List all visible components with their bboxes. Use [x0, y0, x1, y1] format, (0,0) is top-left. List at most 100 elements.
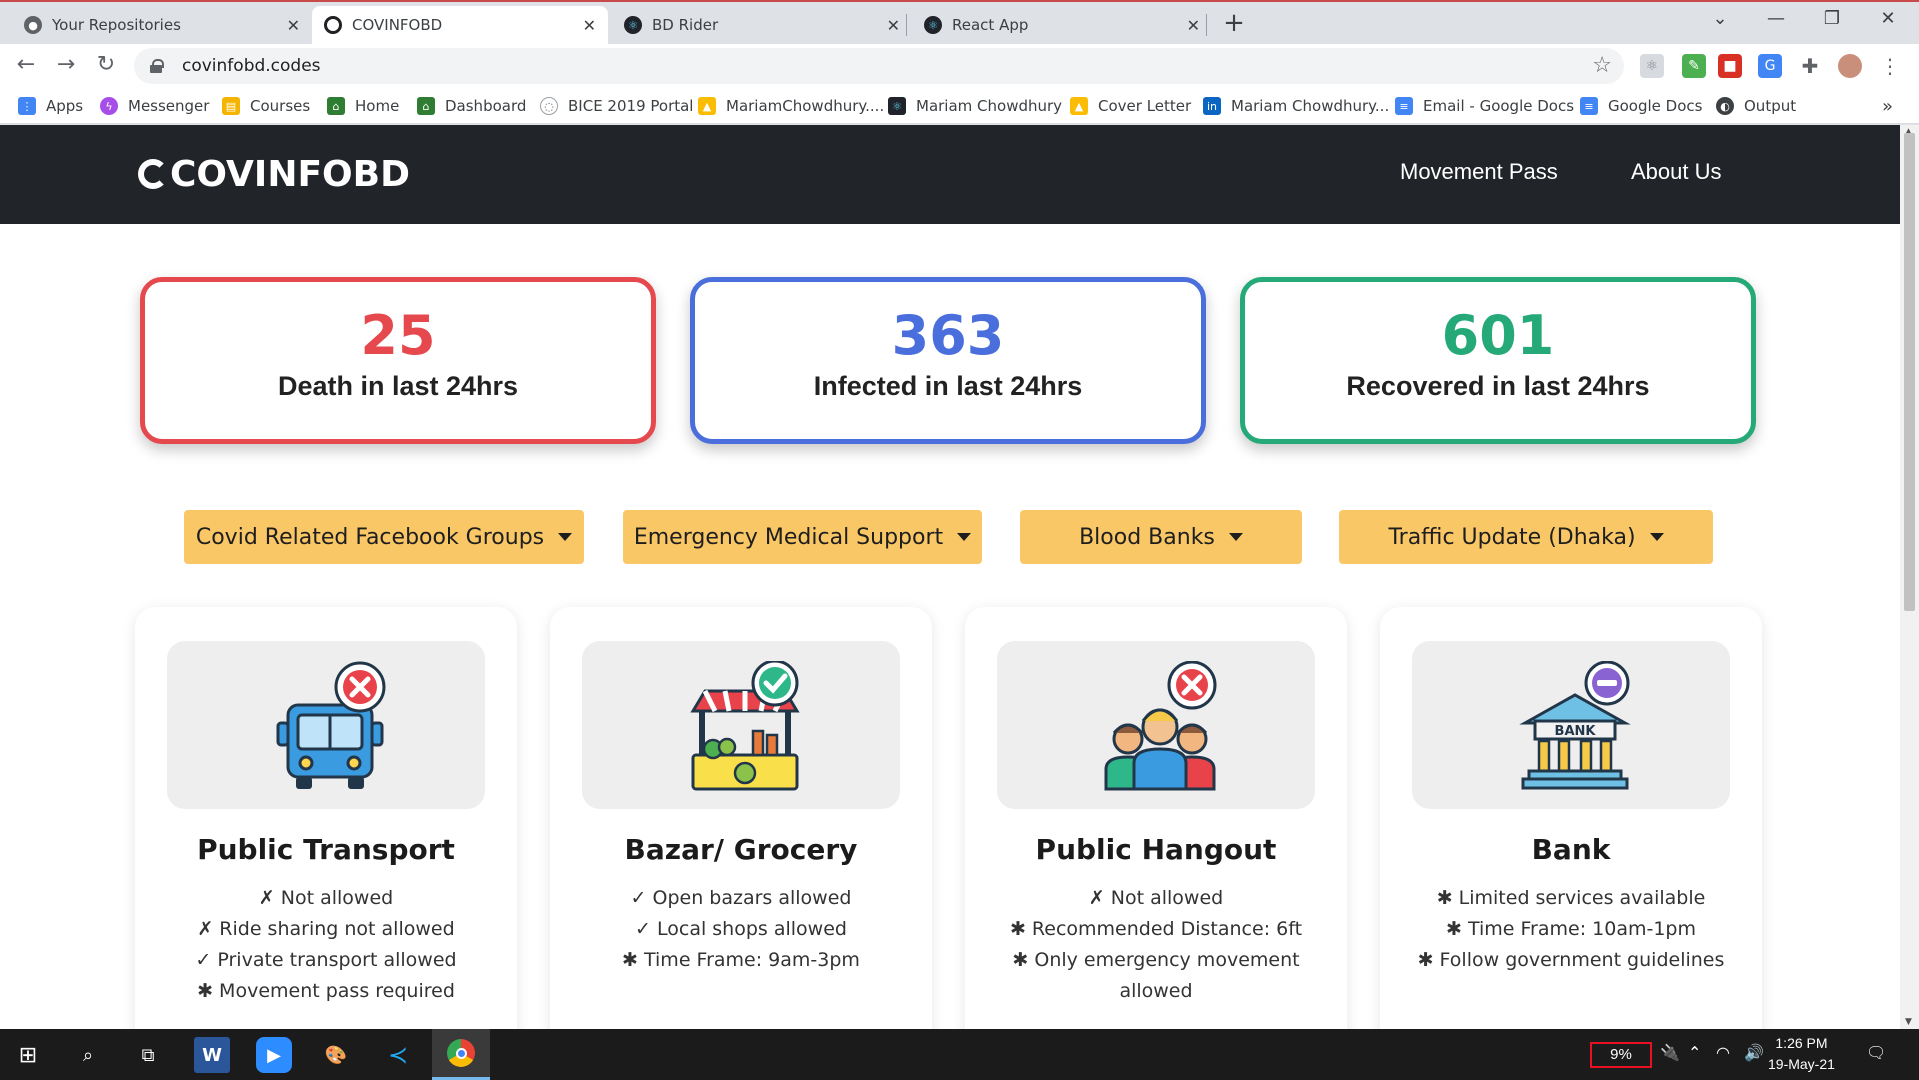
zoom-icon[interactable]: ▶: [256, 1037, 292, 1073]
battery-indicator[interactable]: 9%: [1590, 1042, 1652, 1068]
chrome-taskbar-icon[interactable]: [432, 1029, 490, 1080]
forward-icon[interactable]: →: [52, 52, 80, 80]
search-icon[interactable]: ⌕: [70, 1037, 106, 1073]
card-image: [167, 641, 485, 809]
bookmark-linkedin[interactable]: in Mariam Chowdhury...: [1203, 94, 1389, 118]
site-logo[interactable]: COVINFOBD: [138, 153, 410, 195]
close-tab-icon[interactable]: ✕: [1187, 16, 1200, 35]
tab-covinfobd[interactable]: COVINFOBD ✕: [312, 6, 608, 44]
translate-icon[interactable]: G: [1758, 54, 1782, 78]
scrollbar-thumb[interactable]: [1904, 133, 1915, 611]
bookmark-dashboard[interactable]: ⌂ Dashboard: [417, 94, 526, 118]
windows-start-icon[interactable]: ⊞: [10, 1037, 46, 1073]
dropdown-facebook-groups[interactable]: Covid Related Facebook Groups: [184, 510, 584, 564]
bookmark-bice-portal[interactable]: ◌ BICE 2019 Portal: [540, 94, 693, 118]
close-tab-icon[interactable]: ✕: [887, 16, 900, 35]
virus-logo-icon: [138, 159, 168, 189]
list-item: ✱ Movement pass required: [197, 980, 455, 1002]
bookmark-courses[interactable]: ▤ Courses: [222, 94, 310, 118]
back-icon[interactable]: ←: [12, 52, 40, 80]
card-rules-list: ✱ Limited services available ✱ Time Fram…: [1380, 883, 1762, 976]
paint-icon[interactable]: 🎨: [318, 1037, 354, 1073]
nav-about-us[interactable]: About Us: [1631, 159, 1722, 185]
restore-icon[interactable]: ❐: [1812, 8, 1852, 29]
dropdown-label: Traffic Update (Dhaka): [1388, 524, 1636, 550]
scroll-down-icon[interactable]: ▼: [1905, 1017, 1912, 1027]
wifi-icon[interactable]: ◠: [1716, 1043, 1730, 1062]
taskbar-clock[interactable]: 1:26 PM 19-May-21: [1768, 1033, 1835, 1075]
tab-your-repositories[interactable]: ● Your Repositories ✕: [12, 6, 312, 44]
address-url[interactable]: covinfobd.codes: [182, 56, 321, 76]
chevron-up-icon[interactable]: ⌃: [1688, 1043, 1701, 1062]
bank-icon: BANK: [1519, 661, 1631, 790]
bookmark-label: Home: [355, 97, 400, 115]
card-image: BANK: [1412, 641, 1730, 809]
bookmark-home[interactable]: ⌂ Home: [327, 94, 399, 118]
extension-icon[interactable]: ■: [1718, 54, 1742, 78]
extensions-puzzle-icon[interactable]: ✚: [1798, 54, 1822, 78]
bookmark-label: BICE 2019 Portal: [568, 97, 694, 115]
react-devtools-icon[interactable]: ⚛: [1640, 54, 1664, 78]
card-title: Bank: [1531, 833, 1611, 866]
bookmark-output[interactable]: ◐ Output: [1716, 94, 1796, 118]
new-tab-button[interactable]: +: [1218, 8, 1250, 40]
tab-bd-rider[interactable]: ⚛ BD Rider ✕: [612, 6, 912, 44]
lock-icon[interactable]: [150, 59, 164, 73]
more-bookmarks-icon[interactable]: »: [1882, 94, 1893, 118]
logo-text: COVINFOBD: [170, 153, 410, 195]
bookmark-cover-letter[interactable]: ▲ Cover Letter: [1070, 94, 1191, 118]
reload-icon[interactable]: ↻: [92, 52, 120, 80]
browser-toolbar: ← → ↻ covinfobd.codes ☆ ⚛ ✎ ■ G ✚ ⋮: [0, 44, 1919, 88]
bookmark-email-docs[interactable]: ≡ Email - Google Docs: [1395, 94, 1574, 118]
bookmarks-bar: ⋮ Apps ϟ Messenger ▤ Courses ⌂ Home ⌂ Dashboa…: [0, 88, 1919, 124]
dropdown-traffic-update[interactable]: Traffic Update (Dhaka): [1339, 510, 1713, 564]
site-navbar: COVINFOBD Movement Pass About Us: [0, 125, 1900, 224]
nav-movement-pass[interactable]: Movement Pass: [1400, 159, 1558, 185]
task-view-icon[interactable]: ⧉: [130, 1037, 166, 1073]
page-scrollbar[interactable]: ▲ ▼: [1900, 125, 1919, 1029]
card-title: Public Hangout: [1035, 833, 1277, 866]
bookmark-drive-mariam[interactable]: ▲ MariamChowdhury....: [698, 94, 884, 118]
bookmark-label: MariamChowdhury....: [726, 97, 885, 115]
tab-react-app[interactable]: ⚛ React App ✕: [912, 6, 1212, 44]
card-public-transport: Public Transport ✗ Not allowed ✗ Ride sh…: [135, 607, 517, 1029]
stat-label: Death in last 24hrs: [277, 371, 519, 401]
google-docs-icon: ≡: [1395, 97, 1413, 115]
bookmark-mariam-react[interactable]: ⚛ Mariam Chowdhury: [888, 94, 1062, 118]
minimize-icon[interactable]: —: [1756, 8, 1796, 29]
close-window-icon[interactable]: ✕: [1868, 8, 1908, 29]
avatar[interactable]: [1838, 54, 1862, 78]
list-item: ✓ Private transport allowed: [195, 949, 457, 971]
bus-icon: [276, 661, 386, 789]
dropdown-blood-banks[interactable]: Blood Banks: [1020, 510, 1302, 564]
close-tab-icon[interactable]: ✕: [583, 16, 596, 35]
list-item: ✱ Time Frame: 10am-1pm: [1446, 918, 1696, 940]
list-item: ✗ Ride sharing not allowed: [197, 918, 455, 940]
notifications-icon[interactable]: 🗨: [1866, 1043, 1886, 1062]
card-bazar-grocery: Bazar/ Grocery ✓ Open bazars allowed ✓ L…: [550, 607, 932, 1029]
close-tab-icon[interactable]: ✕: [287, 16, 300, 35]
tab-search-icon[interactable]: ⌄: [1700, 8, 1740, 29]
volume-icon[interactable]: 🔊: [1744, 1043, 1764, 1062]
extension-icon[interactable]: ✎: [1682, 54, 1706, 78]
linkedin-icon: in: [1203, 97, 1221, 115]
bookmark-messenger[interactable]: ϟ Messenger: [100, 94, 209, 118]
card-rules-list: ✗ Not allowed ✱ Recommended Distance: 6f…: [965, 883, 1347, 1007]
card-rules-list: ✗ Not allowed ✗ Ride sharing not allowed…: [135, 883, 517, 1007]
menu-kebab-icon[interactable]: ⋮: [1878, 54, 1902, 78]
bookmark-star-icon[interactable]: ☆: [1592, 53, 1612, 78]
windows-taskbar: ⊞ ⌕ ⧉ W ▶ 🎨 ≺ 9% 🔌 ⌃ ◠ 🔊 1:26 PM 19-May-…: [0, 1029, 1919, 1080]
dropdown-emergency-medical[interactable]: Emergency Medical Support: [623, 510, 982, 564]
bookmark-google-docs[interactable]: ≡ Google Docs: [1580, 94, 1702, 118]
word-icon[interactable]: W: [194, 1037, 230, 1073]
react-icon: ⚛: [624, 16, 642, 34]
bookmark-apps[interactable]: ⋮ Apps: [18, 94, 83, 118]
address-bar[interactable]: covinfobd.codes ☆: [134, 48, 1624, 84]
market-stall-icon: [690, 661, 800, 791]
stat-card-death: 25 Death in last 24hrs: [140, 277, 656, 444]
vscode-icon[interactable]: ≺: [380, 1037, 416, 1073]
stat-value: 601: [1441, 304, 1555, 367]
tab-strip: ● Your Repositories ✕ COVINFOBD ✕ ⚛ BD R…: [0, 0, 1919, 44]
power-plug-icon[interactable]: 🔌: [1660, 1043, 1680, 1062]
caret-down-icon: [558, 533, 573, 541]
